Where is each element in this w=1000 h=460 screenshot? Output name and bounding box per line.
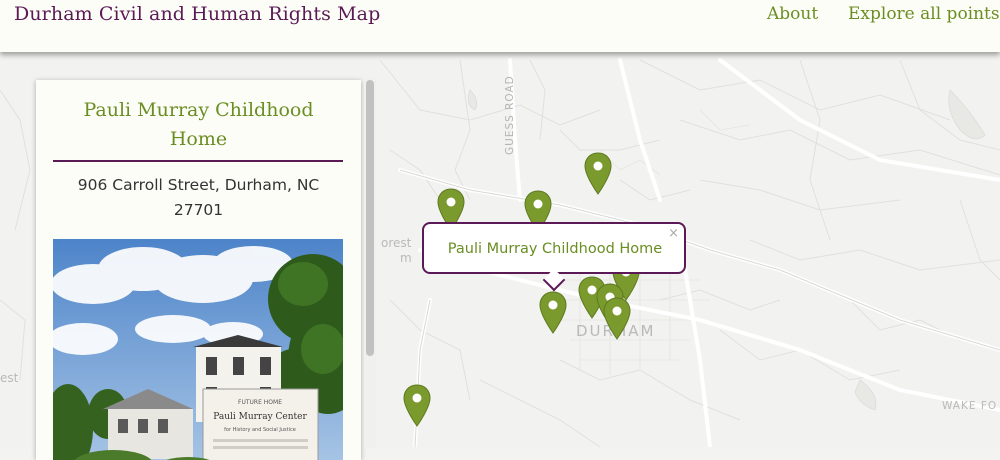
nav-link-about[interactable]: About <box>767 4 818 24</box>
map-label-forest-2: m <box>400 251 412 265</box>
map-marker-selected[interactable] <box>539 291 567 334</box>
map-label-forest-1: orest <box>381 236 412 250</box>
map-marker[interactable] <box>584 152 612 195</box>
map-marker[interactable] <box>603 297 631 340</box>
map-label-guess-road: GUESS ROAD <box>504 75 516 155</box>
map-label-wake-forest: WAKE FO <box>942 400 997 412</box>
location-address: 906 Carroll Street, Durham, NC 27701 <box>77 176 320 219</box>
location-photo: FUTURE HOME Pauli Murray Center for Hist… <box>53 239 343 460</box>
nav-link-explore-all-points[interactable]: Explore all points <box>848 4 1000 24</box>
site-title[interactable]: Durham Civil and Human Rights Map <box>14 3 380 25</box>
photo-sign-line1: FUTURE HOME <box>238 399 282 406</box>
location-title: Pauli Murray Childhood Home <box>83 99 314 150</box>
photo-sign-line3: for History and Social Justice <box>224 427 296 433</box>
panel-scrollbar[interactable] <box>364 78 376 448</box>
marker-popup: Pauli Murray Childhood Home × <box>422 222 686 292</box>
map-marker[interactable] <box>403 384 431 427</box>
location-detail-panel: Pauli Murray Childhood Home 906 Carroll … <box>36 80 361 460</box>
scrollbar-thumb[interactable] <box>366 80 374 356</box>
photo-sign-line2: Pauli Murray Center <box>213 412 307 422</box>
site-header: Durham Civil and Human Rights Map About … <box>0 0 1000 52</box>
title-divider <box>53 160 343 162</box>
popup-title-link[interactable]: Pauli Murray Childhood Home <box>424 241 686 257</box>
close-icon[interactable]: × <box>668 227 679 241</box>
map-label-forest-left: est <box>0 371 19 385</box>
